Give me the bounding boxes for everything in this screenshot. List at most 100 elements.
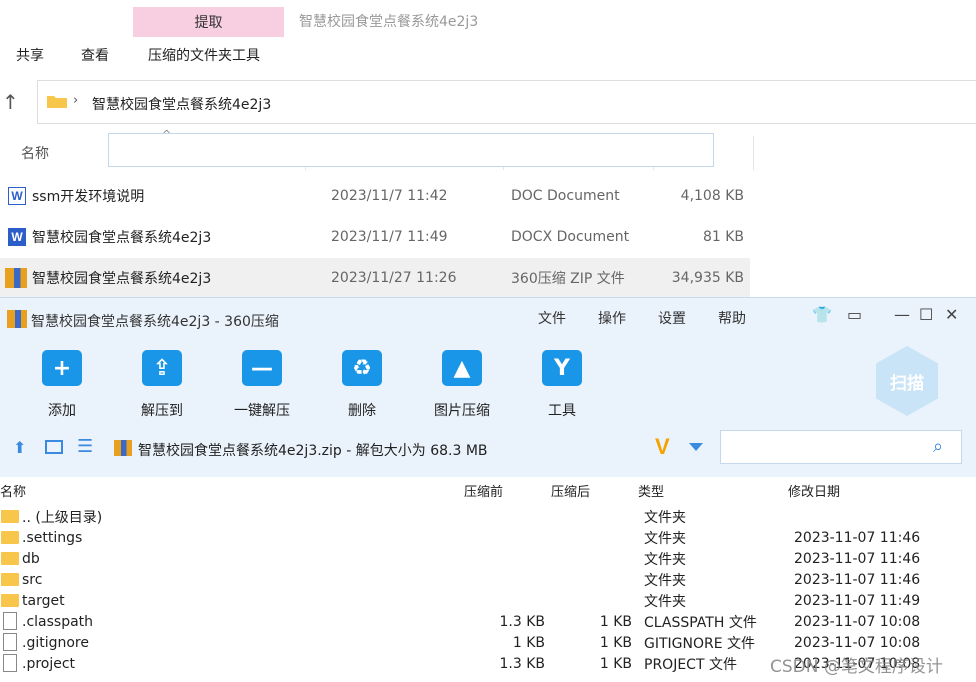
menu-help[interactable]: 帮助 <box>718 308 746 328</box>
tools-icon: Y <box>542 350 582 386</box>
file-icon <box>3 612 17 630</box>
skin-shirt-icon[interactable]: 👕 <box>812 305 832 324</box>
ribbon-tab-compressed-tools[interactable]: 压缩的文件夹工具 <box>148 45 260 65</box>
chevron-right-icon: › <box>73 93 79 108</box>
tool-one-click-extract-button[interactable]: — 一键解压 <box>222 350 302 420</box>
archive-row[interactable]: db 文件夹 2023-11-07 11:46 <box>0 548 976 569</box>
thumbnail-view-icon[interactable] <box>45 440 63 454</box>
archive-path-bar[interactable] <box>108 133 714 167</box>
file-icon <box>3 633 17 651</box>
tool-tools-button[interactable]: Y 工具 <box>522 350 602 420</box>
file-size: 81 KB <box>702 229 744 245</box>
file-date: 2023/11/7 11:42 <box>331 188 448 204</box>
scan-button[interactable]: 扫描 <box>876 346 938 416</box>
ribbon-tab-view[interactable]: 查看 <box>81 45 109 65</box>
folder-icon <box>1 594 19 607</box>
ribbon-tab-share[interactable]: 共享 <box>16 45 44 65</box>
archive-type: 文件夹 <box>644 572 686 589</box>
file-name: ssm开发环境说明 <box>32 189 145 205</box>
tool-label: 解压到 <box>141 403 183 419</box>
folder-icon <box>1 573 19 586</box>
watermark: CSDN @笔文程序设计 <box>770 657 943 677</box>
archive-size-before <box>460 569 545 590</box>
window-title: 智慧校园食堂点餐系统4e2j3 <box>299 14 479 30</box>
minimize-icon[interactable]: — <box>894 305 910 324</box>
file-date: 2023/11/7 11:49 <box>331 229 448 245</box>
one-click-extract-icon: — <box>242 350 282 386</box>
archive-name: .gitignore <box>22 634 89 651</box>
zip-file-icon <box>114 440 132 456</box>
archive-row[interactable]: .settings 文件夹 2023-11-07 11:46 <box>0 527 976 548</box>
archive-col-after[interactable]: 压缩后 <box>551 481 590 500</box>
file-type: DOC Document <box>511 188 620 204</box>
archive-path-text: 智慧校园食堂点餐系统4e2j3.zip - 解包大小为 68.3 MB <box>138 443 488 459</box>
file-size: 4,108 KB <box>680 188 744 204</box>
menu-file[interactable]: 文件 <box>538 308 566 328</box>
archive-type: PROJECT 文件 <box>644 656 737 673</box>
close-icon[interactable]: ✕ <box>945 305 958 324</box>
archive-size-after: 1 KB <box>599 634 632 651</box>
archive-size-after <box>560 569 632 590</box>
file-row[interactable]: Wssm开发环境说明 2023/11/7 11:42 DOC Document 4,1… <box>0 176 750 216</box>
archive-size-after <box>560 548 632 569</box>
archive-col-before[interactable]: 压缩前 <box>464 481 503 500</box>
folder-icon <box>1 531 19 544</box>
up-arrow-icon[interactable]: ↑ <box>2 90 19 114</box>
archive-size-before: 1 KB <box>512 634 545 651</box>
add-icon: + <box>42 350 82 386</box>
tool-extract-to-button[interactable]: ⇪ 解压到 <box>122 350 202 420</box>
path-dropdown-icon[interactable] <box>689 443 703 451</box>
search-input[interactable] <box>720 430 962 464</box>
menu-operate[interactable]: 操作 <box>598 308 626 328</box>
archive-col-date[interactable]: 修改日期 <box>788 481 840 500</box>
file-name: 智慧校园食堂点餐系统4e2j3 <box>32 230 212 246</box>
extract-tab[interactable]: 提取 <box>133 7 284 37</box>
file-type: DOCX Document <box>511 229 630 245</box>
maximize-icon[interactable]: ☐ <box>919 305 933 324</box>
archive-size-after <box>560 506 632 527</box>
tool-add-button[interactable]: + 添加 <box>22 350 102 420</box>
feedback-icon[interactable]: ▭ <box>847 305 862 324</box>
archive-row[interactable]: .gitignore 1 KB 1 KB GITIGNORE 文件 2023-11-07… <box>0 632 976 653</box>
extract-to-icon: ⇪ <box>142 350 182 386</box>
word-docx-icon: W <box>8 228 26 246</box>
search-icon[interactable]: ⌕ <box>933 436 943 457</box>
archive-row[interactable]: .classpath 1.3 KB 1 KB CLASSPATH 文件 2023-11-… <box>0 611 976 632</box>
tool-delete-button[interactable]: ♻ 删除 <box>322 350 402 420</box>
tool-label: 工具 <box>548 403 576 419</box>
archive-size-before <box>460 548 545 569</box>
archive-size-after: 1 KB <box>599 613 632 630</box>
archive-size-before <box>460 590 545 611</box>
archive-row[interactable]: .. (上级目录) 文件夹 <box>0 506 976 527</box>
archive-date: 2023-11-07 11:49 <box>794 592 921 609</box>
archive-row[interactable]: src 文件夹 2023-11-07 11:46 <box>0 569 976 590</box>
column-name[interactable]: 名称 <box>21 133 49 173</box>
archive-name: .project <box>22 655 76 672</box>
word-doc-icon: W <box>8 187 26 205</box>
archive-name: .settings <box>22 529 83 546</box>
address-path[interactable]: 智慧校园食堂点餐系统4e2j3 <box>92 94 271 114</box>
archive-type: 文件夹 <box>644 593 686 610</box>
archive-row[interactable]: target 文件夹 2023-11-07 11:49 <box>0 590 976 611</box>
v-badge-icon[interactable]: V <box>655 434 670 460</box>
archive-type: GITIGNORE 文件 <box>644 635 756 652</box>
archive-size-before <box>460 527 545 548</box>
image-compress-icon: ▲ <box>442 350 482 386</box>
file-row[interactable]: W 智慧校园食堂点餐系统4e2j3 2023/11/7 11:49 DOCX Docu… <box>0 217 750 257</box>
zip-app-icon <box>7 310 27 328</box>
menu-settings[interactable]: 设置 <box>658 308 686 328</box>
archive-size-after: 1 KB <box>599 655 632 672</box>
archive-date: 2023-11-07 11:46 <box>794 550 921 567</box>
delete-icon: ♻ <box>342 350 382 386</box>
archive-name: db <box>22 550 40 567</box>
up-level-icon[interactable]: ⬆ <box>13 438 26 457</box>
tool-image-compress-button[interactable]: ▲ 图片压缩 <box>422 350 502 420</box>
archive-col-type[interactable]: 类型 <box>638 481 664 500</box>
archive-col-name[interactable]: 名称 <box>0 481 26 500</box>
column-divider[interactable] <box>753 136 754 170</box>
list-view-icon[interactable]: ☰ <box>77 436 93 457</box>
file-row[interactable]: 智慧校园食堂点餐系统4e2j3 2023/11/27 11:26 360压缩 ZIP… <box>0 258 750 298</box>
archive-date: 2023-11-07 10:08 <box>794 613 921 630</box>
archive-size-before: 1.3 KB <box>499 655 546 672</box>
file-type: 360压缩 ZIP 文件 <box>511 271 625 287</box>
